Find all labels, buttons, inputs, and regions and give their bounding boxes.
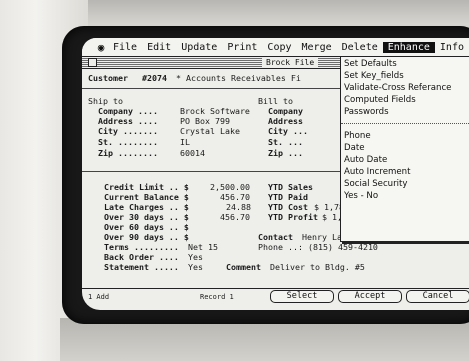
bill-to-heading: Bill to xyxy=(258,96,293,106)
comment-field[interactable]: Deliver to Bldg. #5 xyxy=(270,262,365,272)
accounts-title: * Accounts Receivables Fi xyxy=(176,73,301,83)
menu-merge[interactable]: Merge xyxy=(297,42,337,53)
phone-label: Phone ..: xyxy=(258,242,303,252)
menu-enhance[interactable]: Enhance xyxy=(382,41,435,53)
ship-address-label: Address .... xyxy=(98,116,158,126)
terms-label: Terms ......... xyxy=(104,242,179,252)
menu-file[interactable]: File xyxy=(108,42,142,53)
contact-label: Contact xyxy=(258,232,293,242)
select-button[interactable]: Select xyxy=(270,290,334,303)
menu-item-social-security[interactable]: Social Security xyxy=(341,179,469,190)
menu-item-yes-no[interactable]: Yes - No xyxy=(341,191,469,202)
menu-item-phone[interactable]: Phone xyxy=(341,131,469,142)
current-balance-field[interactable]: 456.70 xyxy=(220,192,250,202)
back-order-label: Back Order .... xyxy=(104,252,179,262)
back-order-field[interactable]: Yes xyxy=(188,252,203,262)
ship-city-field[interactable]: Crystal Lake xyxy=(180,126,240,136)
menu-item-auto-date[interactable]: Auto Date xyxy=(341,155,469,166)
customer-label: Customer xyxy=(88,73,128,83)
late-charges-field[interactable]: 24.88 xyxy=(226,202,251,212)
menu-item-auto-increment[interactable]: Auto Increment xyxy=(341,167,469,178)
bill-city-label: City ... xyxy=(268,126,308,136)
menu-delete[interactable]: Delete xyxy=(337,42,383,53)
divider xyxy=(82,171,340,172)
bill-zip-label: Zip ... xyxy=(268,148,303,158)
statement-field[interactable]: Yes xyxy=(188,262,203,272)
divider xyxy=(82,88,340,89)
bill-company-label: Company xyxy=(268,106,303,116)
menu-copy[interactable]: Copy xyxy=(262,42,296,53)
ship-address-field[interactable]: PO Box 799 xyxy=(180,116,230,126)
close-box-icon[interactable] xyxy=(88,58,97,67)
apple-icon[interactable]: ◉ xyxy=(94,41,108,54)
accept-button[interactable]: Accept xyxy=(338,290,402,303)
ship-state-field[interactable]: IL xyxy=(180,137,190,147)
bill-state-label: St. ... xyxy=(268,137,303,147)
window-title: Brock File xyxy=(262,57,319,68)
cancel-button[interactable]: Cancel xyxy=(406,290,469,303)
menu-separator xyxy=(341,123,469,124)
ship-zip-label: Zip ........ xyxy=(98,148,158,158)
over-60-label: Over 60 days .. $ xyxy=(104,222,189,232)
credit-limit-label: Credit Limit .. $ xyxy=(104,182,189,192)
monitor-bezel-bottom xyxy=(60,318,469,361)
ship-state-label: St. ........ xyxy=(98,137,158,147)
customer-number[interactable]: #2074 xyxy=(142,73,167,83)
screen: ◉ File Edit Update Print Copy Merge Dele… xyxy=(82,38,469,310)
phone-field[interactable]: (815) 459-4210 xyxy=(308,242,378,252)
menu-print[interactable]: Print xyxy=(222,42,262,53)
menu-edit[interactable]: Edit xyxy=(142,42,176,53)
menu-update[interactable]: Update xyxy=(176,42,222,53)
statement-label: Statement ..... xyxy=(104,262,179,272)
menu-item-passwords[interactable]: Passwords xyxy=(341,107,469,118)
late-charges-label: Late Charges .. $ xyxy=(104,202,189,212)
enhance-dropdown-menu: Set Defaults Set Key_fields Validate-Cro… xyxy=(340,56,469,242)
terms-field[interactable]: Net 15 xyxy=(188,242,218,252)
menu-item-validate-cross-reference[interactable]: Validate-Cross Referance xyxy=(341,83,469,94)
ship-company-field[interactable]: Brock Software xyxy=(180,106,250,116)
ship-company-label: Company .... xyxy=(98,106,158,116)
over-90-label: Over 90 days .. $ xyxy=(104,232,189,242)
ship-city-label: City ....... xyxy=(98,126,158,136)
ship-to-heading: Ship to xyxy=(88,96,123,106)
over-30-field[interactable]: 456.70 xyxy=(220,212,250,222)
over-30-label: Over 30 days .. $ xyxy=(104,212,189,222)
menu-info[interactable]: Info xyxy=(435,42,469,53)
mode-indicator: 1 Add xyxy=(88,293,110,301)
ytd-cost-label: YTD Cost xyxy=(268,202,308,212)
menu-item-set-defaults[interactable]: Set Defaults xyxy=(341,59,469,70)
bill-address-label: Address xyxy=(268,116,303,126)
ytd-sales-label: YTD Sales xyxy=(268,182,313,192)
menu-bar: ◉ File Edit Update Print Copy Merge Dele… xyxy=(82,38,469,57)
current-balance-label: Current Balance $ xyxy=(104,192,189,202)
record-indicator: Record 1 xyxy=(200,293,234,301)
menu-item-date[interactable]: Date xyxy=(341,143,469,154)
ship-zip-field[interactable]: 60014 xyxy=(180,148,205,158)
ytd-profit-label: YTD Profit xyxy=(268,212,318,222)
menu-item-set-key-fields[interactable]: Set Key_fields xyxy=(341,71,469,82)
menu-item-computed-fields[interactable]: Computed Fields xyxy=(341,95,469,106)
credit-limit-field[interactable]: 2,500.00 xyxy=(210,182,250,192)
comment-label: Comment xyxy=(226,262,261,272)
ytd-paid-label: YTD Paid xyxy=(268,192,308,202)
